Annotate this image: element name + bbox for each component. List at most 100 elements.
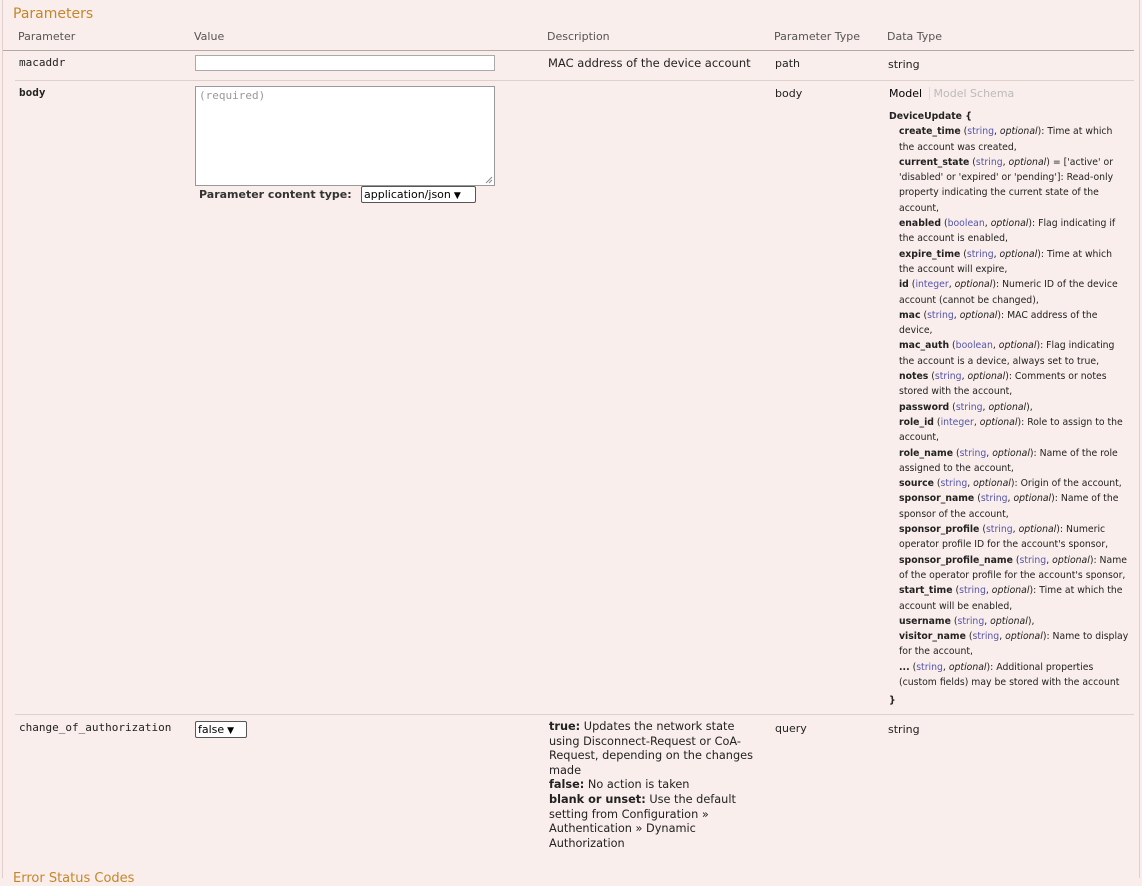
schema-property-type: string <box>1019 554 1047 566</box>
schema-property-name: id <box>899 279 909 291</box>
schema-property-optional: optional <box>948 661 987 673</box>
schema-property-type: integer <box>915 279 949 291</box>
header-parameter: Parameter <box>18 30 76 43</box>
tab-model-schema[interactable]: Model Schema <box>928 87 1015 100</box>
schema-property-optional: optional <box>999 248 1038 260</box>
schema-property-type: string <box>975 156 1003 168</box>
schema-property-type: string <box>966 248 994 260</box>
schema-property-optional: optional <box>1008 156 1047 168</box>
schema-property-optional: optional <box>979 416 1018 428</box>
change-of-authorization-select[interactable]: false ▼ <box>195 721 247 738</box>
schema-property-optional: optional <box>973 478 1011 490</box>
body-textarea[interactable]: (required) <box>195 86 495 186</box>
schema-property-name: notes <box>899 371 929 383</box>
schema-property-type: string <box>980 493 1008 505</box>
schema-property-type: string <box>955 401 983 413</box>
chevron-down-icon: ▼ <box>227 726 235 736</box>
schema-close: } <box>889 695 896 707</box>
change-of-authorization-description: true: Updates the network state using Di… <box>549 720 753 850</box>
schema-property: username (string, optional), <box>899 615 1035 627</box>
schema-property: role_name (string, optional): Name of th… <box>899 447 1118 474</box>
schema-property-type: string <box>957 615 985 627</box>
chevron-down-icon: ▼ <box>453 191 461 201</box>
schema-property-type: string <box>934 371 962 383</box>
model-schema: DeviceUpdate { create_time (string, opti… <box>889 109 1129 709</box>
schema-property: sponsor_profile (string, optional): Nume… <box>899 524 1109 551</box>
schema-property: sponsor_profile_name (string, optional):… <box>899 554 1127 581</box>
schema-property-name: ... <box>899 661 910 673</box>
schema-property: role_id (integer, optional): Role to ass… <box>899 416 1123 444</box>
schema-property-optional: optional <box>990 615 1028 627</box>
cta-data-type: string <box>888 723 920 736</box>
schema-property: mac (string, optional): MAC address of t… <box>899 309 1098 337</box>
header-data-type: Data Type <box>887 30 943 43</box>
macaddr-input[interactable] <box>195 55 495 71</box>
schema-property: sponsor_name (string, optional): Name of… <box>899 493 1119 520</box>
schema-property-desc: , <box>1031 615 1035 627</box>
schema-property-optional: optional <box>998 340 1037 352</box>
schema-property-name: mac_auth <box>899 340 950 352</box>
schema-property-optional: optional <box>959 309 998 321</box>
schema-property-name: visitor_name <box>899 631 966 643</box>
content-type-select[interactable]: application/json ▼ <box>361 186 476 203</box>
schema-property-type: string <box>959 585 986 597</box>
parameters-panel: Parameters Parameter Value Description P… <box>2 0 1140 886</box>
content-type-label: Parameter content type: <box>199 188 352 201</box>
schema-property-optional: optional <box>1052 554 1090 566</box>
schema-properties: create_time (string, optional): Time at … <box>889 124 1129 690</box>
schema-property-name: current_state <box>899 156 970 168</box>
schema-property: visitor_name (string, optional): Name to… <box>899 631 1129 658</box>
schema-property: current_state (string, optional) = ['act… <box>899 156 1114 214</box>
error-status-codes-heading: Error Status Codes <box>13 871 135 886</box>
schema-property-name: start_time <box>899 585 953 597</box>
schema-property-name: password <box>899 401 950 413</box>
schema-property-optional: optional <box>999 126 1038 138</box>
schema-property: password (string, optional), <box>899 401 1033 413</box>
schema-property-name: sponsor_name <box>899 493 975 505</box>
param-name-macaddr: macaddr <box>19 56 66 69</box>
schema-property: create_time (string, optional): Time at … <box>899 126 1113 153</box>
schema-property-name: expire_time <box>899 248 961 260</box>
resize-grip-icon[interactable] <box>485 176 493 184</box>
schema-property-type: string <box>959 447 987 459</box>
model-tabs: Model Model Schema <box>889 87 1015 100</box>
schema-property-optional: optional <box>954 279 993 291</box>
schema-property-type: boolean <box>955 340 993 352</box>
schema-property-name: create_time <box>899 126 961 138</box>
param-name-body: body <box>19 86 46 99</box>
section-title: Parameters <box>13 6 94 22</box>
schema-property-name: enabled <box>899 218 941 230</box>
schema-property-type: string <box>972 631 1000 643</box>
schema-property-type: string <box>967 126 994 138</box>
schema-property-optional: optional <box>1013 493 1052 505</box>
macaddr-data-type: string <box>888 58 920 71</box>
header-description: Description <box>547 30 610 43</box>
schema-property-name: username <box>899 615 951 627</box>
schema-title: DeviceUpdate { <box>889 111 972 122</box>
schema-property-optional: optional <box>1005 631 1043 643</box>
schema-property-name: mac <box>899 309 921 321</box>
schema-property-desc: , <box>1029 401 1033 413</box>
schema-property-optional: optional <box>988 401 1027 413</box>
schema-property-type: string <box>940 478 968 490</box>
schema-property-optional: optional <box>967 371 1006 383</box>
schema-property-type: integer <box>940 416 974 428</box>
schema-property-name: sponsor_profile_name <box>899 554 1013 566</box>
schema-property-type: string <box>927 309 954 321</box>
schema-property-name: role_id <box>899 416 934 428</box>
schema-property: mac_auth (boolean, optional): Flag indic… <box>899 340 1115 367</box>
macaddr-param-type: path <box>775 57 801 70</box>
tab-model[interactable]: Model <box>889 87 922 100</box>
schema-property: notes (string, optional): Comments or no… <box>899 371 1107 398</box>
cta-param-type: query <box>775 722 807 735</box>
schema-property: enabled (boolean, optional): Flag indica… <box>899 218 1116 245</box>
schema-property-optional: optional <box>992 447 1030 459</box>
schema-property-optional: optional <box>990 218 1029 230</box>
row-divider <box>15 714 1134 715</box>
schema-property: expire_time (string, optional): Time at … <box>899 248 1113 275</box>
schema-property-name: source <box>899 478 934 490</box>
schema-property-optional: optional <box>991 585 1030 597</box>
param-name-change-of-authorization: change_of_authorization <box>19 721 172 734</box>
schema-property: ... (string, optional): Additional prope… <box>899 661 1120 688</box>
table-header: Parameter Value Description Parameter Ty… <box>3 30 1134 51</box>
